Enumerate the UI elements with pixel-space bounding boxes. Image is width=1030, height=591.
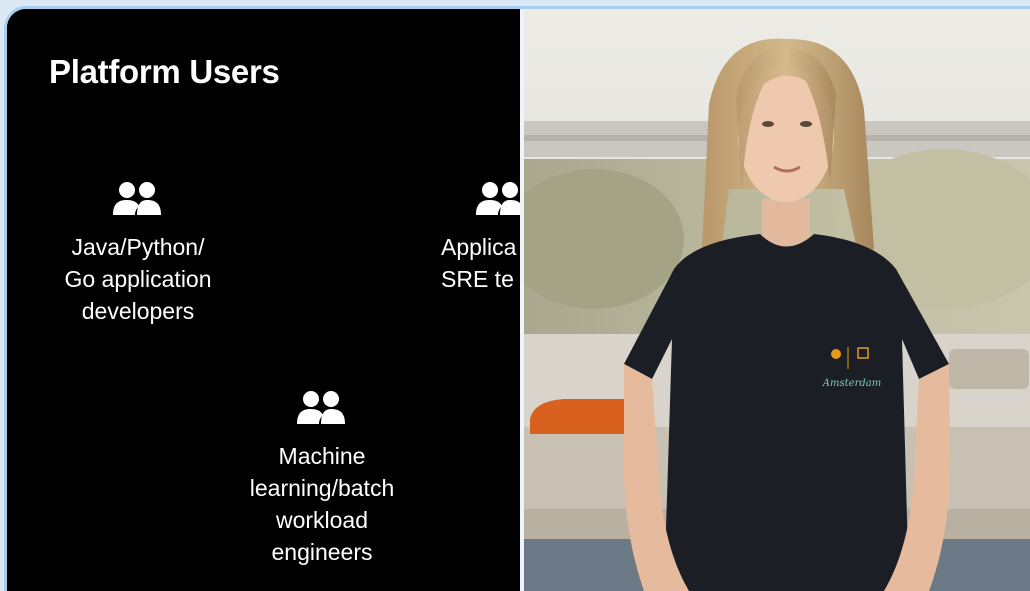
users-icon — [297, 391, 345, 424]
user-group-label: Java/Python/ Go application developers — [64, 234, 212, 324]
video-frame: Platform Users Java/Python/ Go applicati… — [4, 6, 1030, 591]
speaker-image: Amsterdam — [524, 9, 1030, 591]
users-icon — [476, 182, 520, 215]
slide-title: Platform Users — [49, 53, 280, 90]
speaker-video: Amsterdam — [524, 9, 1030, 591]
user-group-label: Machine learning/batch workload engineer… — [249, 443, 395, 565]
presentation-slide: Platform Users Java/Python/ Go applicati… — [7, 9, 520, 591]
user-group-label: Applica SRE te — [441, 234, 517, 292]
shirt-city-text: Amsterdam — [822, 378, 881, 389]
user-group-app-developers: Java/Python/ Go application developers — [47, 181, 229, 327]
user-group-ml-engineers: Machine learning/batch workload engineer… — [222, 390, 422, 568]
user-group-sre: Applica SRE te — [437, 181, 520, 295]
users-icon — [113, 182, 161, 215]
